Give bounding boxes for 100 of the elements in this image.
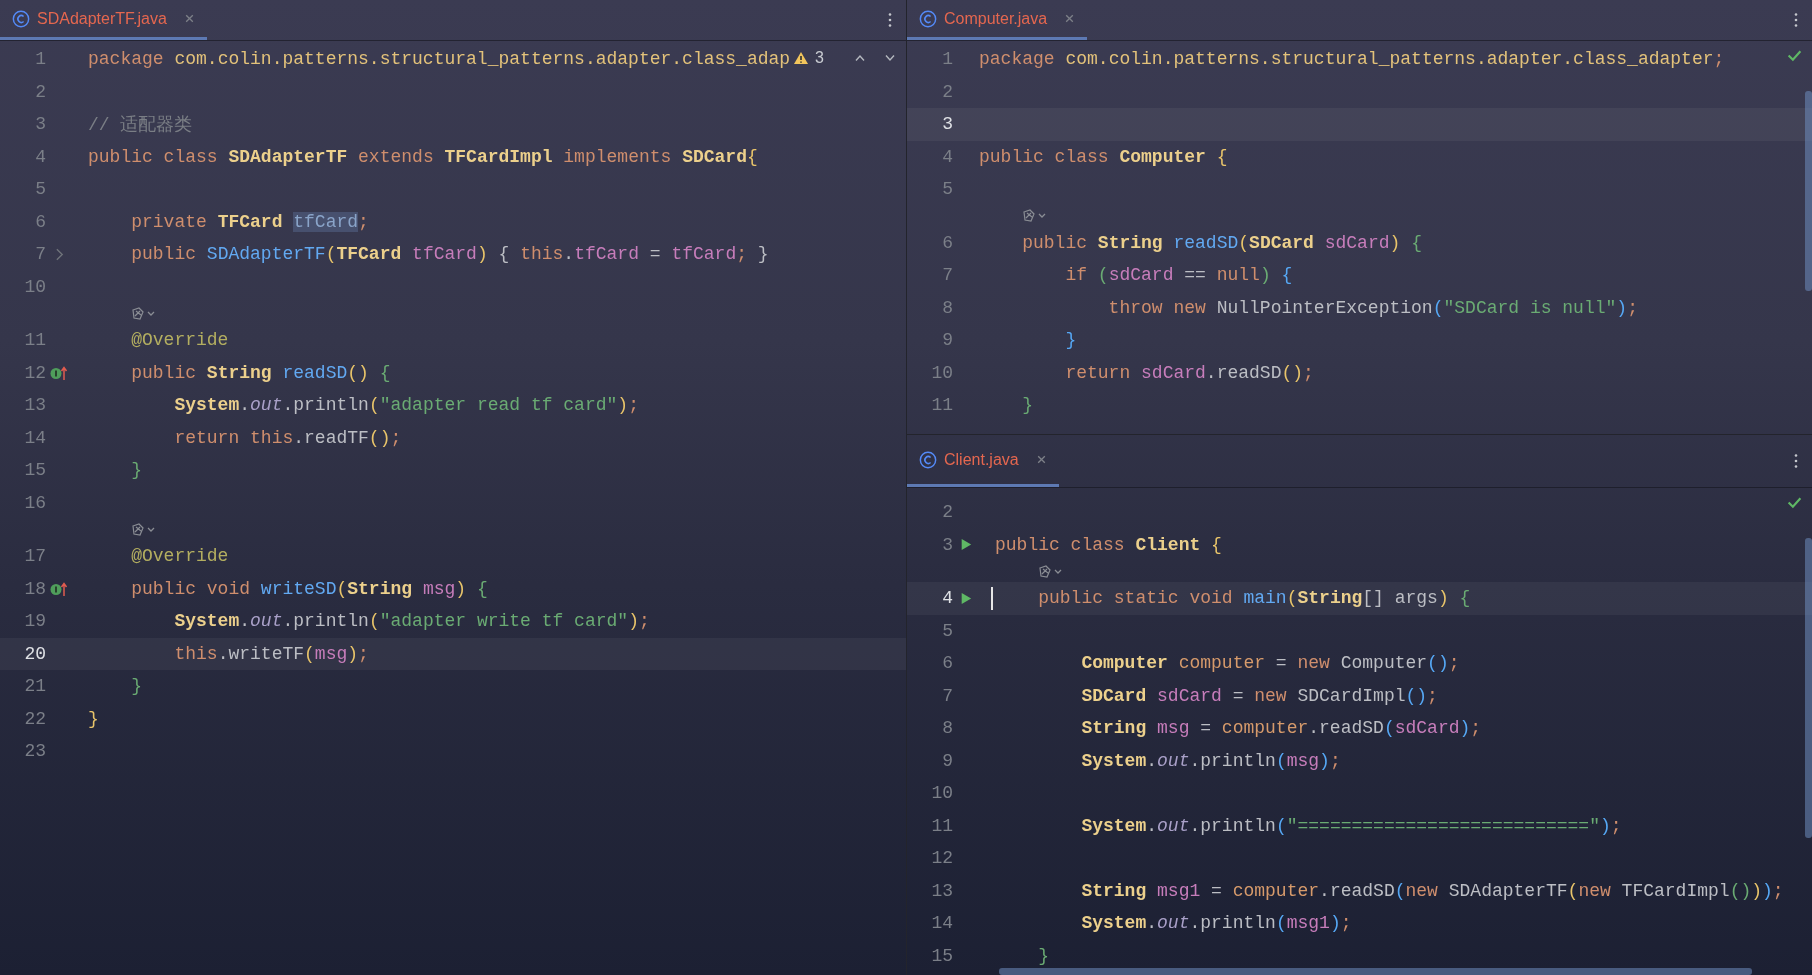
code-line: String msg1 = computer.readSD(new SDAdapterTF(new TFCardImpl())); [1080,880,1784,901]
file-tab[interactable]: Computer.java [907,0,1088,40]
code-line: private TFCard tfCard; [130,211,369,232]
code-line: return sdCard.readSD(); [1064,362,1314,383]
line-number: 12 [930,848,953,869]
implements-marker-icon[interactable] [49,580,69,597]
code-line: } [1037,945,1049,966]
code-line: public static void main(String[] args) { [1037,588,1471,609]
line-number: 4 [34,146,46,167]
line-number: 19 [23,611,46,632]
line-number: 3 [941,534,953,555]
code-line: if (sdCard == null) { [1064,265,1293,286]
scrollbar-thumb[interactable] [1805,538,1812,838]
code-line: @Override [130,330,229,351]
run-icon[interactable] [960,537,972,553]
class-file-icon [919,450,937,469]
line-number: 13 [23,395,46,416]
scrollbar-thumb[interactable] [1805,91,1812,291]
next-chevron-icon[interactable] [884,54,896,62]
line-number: 13 [930,880,953,901]
code-line: package com.colin.patterns.structural_patterns.adapter.class_adap [88,49,791,70]
line-number: 5 [941,179,953,200]
close-icon[interactable] [183,13,195,24]
code-line: System.out.println("adapter write tf card"); [173,611,650,632]
code-line: public class SDAdapterTF extends TFCardImpl implements SDCard{ [88,146,758,167]
line-number: 23 [23,741,46,762]
line-number: 11 [930,395,953,416]
line-number: 2 [941,81,953,102]
line-number: 22 [23,708,46,729]
implements-marker-icon[interactable] [49,364,69,381]
line-number: 5 [34,179,46,200]
line-number: 10 [930,362,953,383]
line-number: 2 [34,81,46,102]
code-line: public class Client { [995,534,1222,555]
line-number: 10 [930,783,953,804]
line-number: 14 [23,427,46,448]
warning-icon[interactable] [793,51,810,65]
line-number: 15 [23,460,46,481]
close-icon[interactable] [1064,13,1076,24]
line-number: 9 [941,750,953,771]
line-number: 3 [941,114,953,135]
code-line: // 适配器类 [88,114,193,137]
line-number: 7 [34,244,46,265]
line-number: 3 [34,114,46,135]
check-icon[interactable] [1787,496,1802,509]
line-number: 2 [941,502,953,523]
line-number: 10 [23,276,46,297]
code-line: } [130,460,142,481]
line-number: 14 [930,913,953,934]
code-line: @Override [130,546,229,567]
code-line: throw new NullPointerException("SDCard is null"); [1107,297,1638,318]
line-number: 6 [941,232,953,253]
line-number: 6 [941,653,953,674]
line-number: 15 [930,945,953,966]
code-line: System.out.println(msg); [1080,750,1341,771]
line-number: 1 [941,49,953,70]
line-number: 8 [941,297,953,318]
line-number: 6 [34,211,46,232]
code-line: System.out.println("==========================="); [1080,815,1622,836]
line-number: 9 [941,330,953,351]
code-line: String msg = computer.readSD(sdCard); [1080,718,1482,739]
class-file-icon [919,9,937,28]
code-line: System.out.println(msg1); [1080,913,1352,934]
line-number: 8 [941,718,953,739]
code-line: Computer computer = new Computer(); [1080,653,1460,674]
more-menu-icon[interactable] [1794,453,1798,469]
code-line: SDCard sdCard = new SDCardImpl(); [1080,685,1438,706]
warning-count[interactable]: 3 [815,49,824,67]
line-number: 11 [23,330,46,351]
line-number: 16 [23,492,46,513]
line-number: 11 [930,815,953,836]
code-line: return this.readTF(); [173,427,402,448]
line-number: 7 [941,265,953,286]
code-line: public String readSD() { [130,362,391,383]
more-menu-icon[interactable] [1794,12,1798,28]
line-number: 1 [34,49,46,70]
line-number: 18 [23,578,46,599]
fold-chevron-icon[interactable] [53,246,65,262]
line-number: 7 [941,685,953,706]
code-line: this.writeTF(msg); [173,643,369,664]
code-line: public String readSD(SDCard sdCard) { [1021,232,1422,253]
line-number: 4 [941,146,953,167]
code-line: public void writeSD(String msg) { [130,578,488,599]
run-icon[interactable] [960,590,972,606]
line-number: 12 [23,362,46,383]
scrollbar-thumb[interactable] [999,968,1752,975]
previous-chevron-icon[interactable] [854,54,866,62]
line-number: 5 [941,620,953,641]
file-tab[interactable]: Client.java [907,435,1059,487]
code-line: package com.colin.patterns.structural_patterns.adapter.class_adapter; [979,49,1725,70]
close-icon[interactable] [1035,454,1047,465]
line-number: 17 [23,546,46,567]
code-line: public class Computer { [979,146,1228,167]
file-tab[interactable]: SDAdapterTF.java [0,0,207,40]
line-number: 20 [23,643,46,664]
more-menu-icon[interactable] [888,12,892,28]
code-line: } [1021,395,1033,416]
line-number: 21 [23,676,46,697]
check-icon[interactable] [1787,49,1802,62]
code-line: } [88,708,99,729]
